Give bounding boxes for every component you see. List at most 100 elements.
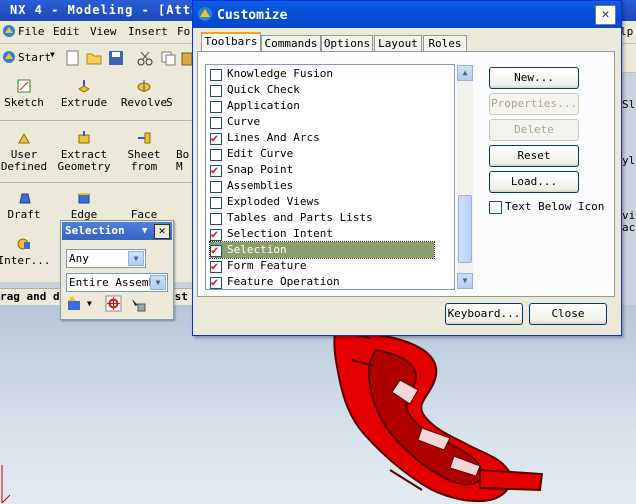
- face-tool[interactable]: Face: [116, 190, 172, 221]
- scroll-down-icon[interactable]: ▼: [457, 273, 473, 289]
- user-defined-tool[interactable]: User Defined: [0, 130, 52, 173]
- toolbar-checkbox[interactable]: [210, 101, 222, 113]
- selection-toolbar: Selection ▼ ✕ Any ▼ Entire Assemb ▼ ▼: [60, 220, 174, 320]
- toolbar-checkbox[interactable]: [210, 213, 222, 225]
- edge-icon: [78, 193, 90, 204]
- toolbar-checkbox[interactable]: [210, 181, 222, 193]
- toolbar-checkbox[interactable]: [210, 85, 222, 97]
- new-file-icon[interactable]: [66, 50, 80, 66]
- extract-geometry-tool[interactable]: Extract Geometry: [56, 130, 112, 173]
- dialog-close-icon[interactable]: ✕: [595, 5, 616, 25]
- reset-button[interactable]: Reset: [489, 145, 579, 167]
- toolbar-list-item[interactable]: ✔ Selection Intent: [210, 226, 434, 242]
- sketch-tool[interactable]: Sketch: [0, 78, 52, 109]
- check-icon: ✔: [211, 163, 219, 177]
- dialog-title-bar[interactable]: Customize: [193, 1, 621, 28]
- toolbar-checkbox[interactable]: [210, 69, 222, 81]
- menu-edit[interactable]: Edit: [53, 25, 80, 38]
- toolbar-item-label: Edit Curve: [227, 147, 294, 160]
- toolbar-checkbox[interactable]: [210, 117, 222, 129]
- type-filter-value: Any: [69, 252, 89, 265]
- revolve-label: Revolve: [120, 96, 168, 109]
- cue-line-text: rag and d: [0, 290, 60, 303]
- extrude-label: Extrude: [60, 96, 108, 109]
- toolbar-list-item[interactable]: Curve: [210, 114, 434, 130]
- menu-insert[interactable]: Insert: [128, 25, 168, 38]
- toolbar-item-label: Knowledge Fusion: [227, 67, 333, 80]
- chevron-down-icon[interactable]: ▼: [128, 251, 144, 266]
- toolbar-list-item[interactable]: ✔ Selection: [209, 241, 435, 259]
- toolbar-checkbox[interactable]: ✔: [210, 227, 222, 241]
- toolbar-list-item[interactable]: ✔ Feature Operation: [210, 274, 434, 290]
- sheet-from-tool[interactable]: Sheet from: [116, 130, 172, 173]
- load-button[interactable]: Load...: [489, 171, 579, 193]
- sketch-label: Sketch: [4, 96, 44, 109]
- toolbar-checkbox[interactable]: ✔: [210, 243, 222, 257]
- scroll-thumb[interactable]: [458, 195, 472, 263]
- nx-logo-icon: [3, 25, 15, 37]
- check-icon: ✔: [211, 131, 219, 145]
- scroll-up-icon[interactable]: ▲: [457, 65, 473, 81]
- select-feature-dropdown-icon[interactable]: ▼: [87, 299, 92, 308]
- select-feature-icon[interactable]: [66, 295, 84, 313]
- text-below-icon-checkbox[interactable]: [489, 201, 502, 214]
- clipped-right-label-4: ace: [622, 221, 636, 234]
- type-filter-select[interactable]: Any ▼: [66, 249, 146, 268]
- tab-options[interactable]: Options: [321, 35, 373, 52]
- toolbar-list-scrollbar[interactable]: ▲ ▼: [457, 65, 473, 289]
- tab-commands[interactable]: Commands: [261, 35, 321, 52]
- revolve-tool[interactable]: Revolve: [116, 78, 172, 109]
- snap-point-icon[interactable]: [105, 295, 123, 313]
- toolbar-list-item[interactable]: ✔ Lines And Arcs: [210, 130, 434, 146]
- toolbar-list-item[interactable]: Knowledge Fusion: [210, 66, 434, 82]
- draft-tool[interactable]: Draft: [0, 190, 52, 221]
- clipped-right-label-2: yli: [622, 154, 636, 167]
- chevron-down-icon[interactable]: ▼: [150, 275, 166, 290]
- start-button[interactable]: Start: [18, 51, 51, 64]
- close-button[interactable]: Close: [529, 303, 607, 325]
- cut-icon[interactable]: [136, 50, 154, 66]
- toolbar-checkbox[interactable]: [210, 197, 222, 209]
- inter-label: Inter...: [0, 254, 51, 267]
- extrude-tool[interactable]: Extrude: [56, 78, 112, 109]
- toolbar-list-item[interactable]: Assemblies: [210, 178, 434, 194]
- toolbar-list-item[interactable]: Edit Curve: [210, 146, 434, 162]
- keyboard-button[interactable]: Keyboard...: [445, 303, 523, 325]
- toolbar-list-item[interactable]: Tables and Parts Lists: [210, 210, 434, 226]
- toolbar-list-item[interactable]: Quick Check: [210, 82, 434, 98]
- toolbar-list-item[interactable]: Application: [210, 98, 434, 114]
- new-button[interactable]: New...: [489, 67, 579, 89]
- quick-pick-icon[interactable]: [129, 295, 147, 313]
- menu-format[interactable]: Fo: [177, 25, 190, 38]
- toolbar-separator: [0, 182, 200, 183]
- toolbar-item-label: Snap Point: [227, 163, 294, 176]
- delete-button[interactable]: Delete: [489, 119, 579, 141]
- tab-layout[interactable]: Layout: [374, 35, 422, 52]
- user-defined-label-2: Defined: [0, 160, 48, 173]
- check-icon: ✔: [211, 227, 219, 241]
- selection-scope-select[interactable]: Entire Assemb ▼: [66, 273, 168, 292]
- toolbar-list-item[interactable]: ✔ Form Feature: [210, 258, 434, 274]
- selection-toolbar-close-icon[interactable]: ✕: [154, 224, 170, 239]
- toolbar-item-label: Assemblies: [227, 179, 294, 192]
- red-model-part[interactable]: [330, 320, 550, 504]
- toolbar-checkbox[interactable]: ✔: [210, 259, 222, 273]
- toolbar-checkbox[interactable]: [210, 149, 222, 161]
- inter-tool[interactable]: Inter...: [0, 236, 52, 267]
- toolbar-checkbox[interactable]: ✔: [210, 163, 222, 177]
- menu-view[interactable]: View: [90, 25, 117, 38]
- start-dropdown-icon[interactable]: ▼: [50, 50, 55, 59]
- edge-tool[interactable]: Edge: [56, 190, 112, 221]
- properties-button[interactable]: Properties...: [489, 93, 579, 115]
- toolbar-checkbox[interactable]: ✔: [210, 275, 222, 289]
- save-icon[interactable]: [108, 50, 124, 66]
- toolbar-list-item[interactable]: Exploded Views: [210, 194, 434, 210]
- copy-icon[interactable]: [160, 50, 178, 66]
- toolbar-list-item[interactable]: ✔ Snap Point: [210, 162, 434, 178]
- selection-toolbar-menu-icon[interactable]: ▼: [142, 222, 147, 240]
- open-folder-icon[interactable]: [86, 50, 102, 66]
- selection-toolbar-title-bar[interactable]: Selection ▼ ✕: [62, 222, 172, 240]
- tab-roles[interactable]: Roles: [423, 35, 467, 52]
- toolbar-checkbox[interactable]: ✔: [210, 131, 222, 145]
- menu-file[interactable]: File: [18, 25, 45, 38]
